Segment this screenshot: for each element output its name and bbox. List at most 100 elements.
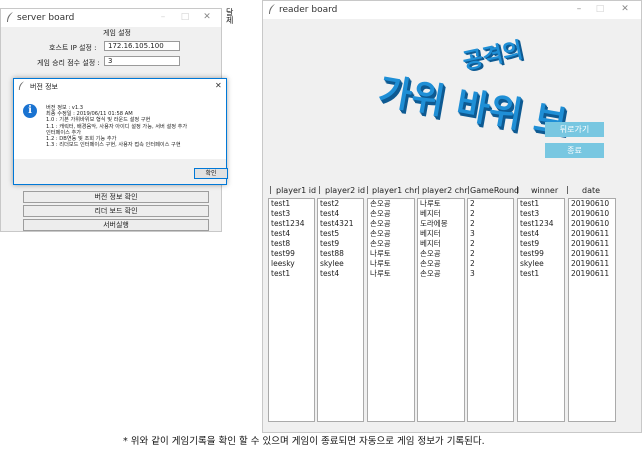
version-info-text: 버전 정보 : v1.3 최종 수정일 : 2019/06/11 01:58 A… [46, 105, 226, 148]
list-item[interactable]: 나루토 [368, 259, 414, 269]
list-item[interactable]: 2 [468, 249, 513, 259]
list-item[interactable]: test4 [269, 229, 314, 239]
minimize-icon[interactable]: – [572, 3, 586, 16]
column-header-date: date [582, 186, 601, 195]
win-score-input[interactable]: 3 [104, 56, 180, 66]
leader-board-button[interactable]: 리더 보드 확인 [23, 205, 209, 217]
list-item[interactable]: skylee [518, 259, 564, 269]
dialog-title-bar: 버전 정보 ✕ [14, 79, 226, 94]
list-item[interactable]: test3 [269, 209, 314, 219]
list-item[interactable]: 도라에몽 [418, 219, 464, 229]
list-item[interactable]: 나루토 [368, 249, 414, 259]
list-item[interactable]: 20190611 [569, 259, 615, 269]
list-item[interactable]: test99 [518, 249, 564, 259]
list-item[interactable]: test1234 [269, 219, 314, 229]
back-button[interactable]: 뒤로가기 [545, 122, 604, 137]
list-item[interactable]: 손오공 [368, 199, 414, 209]
date-list[interactable]: 20190610 20190610 20190610 20190611 2019… [568, 198, 616, 422]
list-item[interactable]: 20190610 [569, 219, 615, 229]
host-ip-label: 호스트 IP 설정 : [49, 44, 97, 52]
column-header-winner: winner [531, 186, 559, 195]
close-icon[interactable]: ✕ [215, 81, 222, 90]
list-item[interactable]: 20190610 [569, 209, 615, 219]
list-item[interactable]: test1 [269, 269, 314, 279]
info-icon: i [23, 104, 37, 118]
player2-id-list[interactable]: test2 test4 test4321 test5 test9 test88 … [317, 198, 364, 422]
list-item[interactable]: leesky [269, 259, 314, 269]
list-item[interactable]: 2 [468, 209, 513, 219]
list-item[interactable]: 20190611 [569, 249, 615, 259]
feather-icon [18, 81, 25, 90]
win-score-label: 게임 승리 점수 설정 : [37, 59, 100, 67]
list-item[interactable]: test1 [518, 269, 564, 279]
list-item[interactable]: 손오공 [368, 239, 414, 249]
list-item[interactable]: 손오공 [418, 269, 464, 279]
list-item[interactable]: 손오공 [368, 209, 414, 219]
game-settings-heading: 게임 설정 [103, 29, 131, 37]
player2-chr-list[interactable]: 나루토 베지터 도라에몽 베지터 베지터 손오공 손오공 손오공 [417, 198, 465, 422]
list-item[interactable]: 베지터 [418, 229, 464, 239]
list-item[interactable]: 손오공 [368, 219, 414, 229]
column-header-player2-id: player2 id [325, 186, 366, 195]
host-ip-input[interactable]: 172.16.105.100 [104, 41, 180, 51]
gameround-list[interactable]: 2 2 2 3 2 2 2 3 [467, 198, 514, 422]
player1-chr-list[interactable]: 손오공 손오공 손오공 손오공 손오공 나루토 나루토 나루토 [367, 198, 415, 422]
list-item[interactable]: 20190611 [569, 269, 615, 279]
list-item[interactable]: test5 [318, 229, 363, 239]
list-item[interactable]: 베지터 [418, 239, 464, 249]
list-item[interactable]: 2 [468, 199, 513, 209]
list-item[interactable]: 2 [468, 259, 513, 269]
list-item[interactable]: test9 [318, 239, 363, 249]
minimize-icon[interactable]: – [156, 11, 170, 24]
column-separator: | [417, 185, 420, 194]
list-item[interactable]: test1 [518, 199, 564, 209]
list-item[interactable]: 손오공 [368, 229, 414, 239]
close-icon[interactable]: ✕ [200, 11, 214, 24]
list-item[interactable]: test4321 [318, 219, 363, 229]
list-item[interactable]: test88 [318, 249, 363, 259]
list-item[interactable]: test3 [518, 209, 564, 219]
list-item[interactable]: 나루토 [368, 269, 414, 279]
list-item[interactable]: 손오공 [418, 249, 464, 259]
column-separator: | [318, 185, 321, 194]
list-item[interactable]: skylee [318, 259, 363, 269]
version-line: 1.3 : 리더보드 인터페이스 구현, 사용자 접속 인터페이스 구현 [46, 142, 181, 149]
run-server-button[interactable]: 서버실행 [23, 219, 209, 231]
list-item[interactable]: 20190610 [569, 199, 615, 209]
server-title-bar: server board – □ ✕ [1, 9, 221, 27]
list-item[interactable]: 베지터 [418, 209, 464, 219]
feather-icon [269, 4, 275, 14]
list-item[interactable]: test4 [518, 229, 564, 239]
list-item[interactable]: test8 [269, 239, 314, 249]
list-item[interactable]: 손오공 [418, 259, 464, 269]
column-header-player1-chr: player1 chr [372, 186, 418, 195]
column-separator: | [269, 185, 272, 194]
close-icon[interactable]: ✕ [618, 3, 632, 16]
list-item[interactable]: test9 [518, 239, 564, 249]
winner-list[interactable]: test1 test3 test1234 test4 test9 test99 … [517, 198, 565, 422]
maximize-icon[interactable]: □ [593, 3, 607, 16]
list-item[interactable]: test4 [318, 209, 363, 219]
list-item[interactable]: test4 [318, 269, 363, 279]
list-item[interactable]: 20190611 [569, 229, 615, 239]
list-item[interactable]: 3 [468, 229, 513, 239]
list-item[interactable]: test2 [318, 199, 363, 209]
maximize-icon[interactable]: □ [178, 11, 192, 24]
list-item[interactable]: 나루토 [418, 199, 464, 209]
player1-id-list[interactable]: test1 test3 test1234 test4 test8 test99 … [268, 198, 315, 422]
dialog-title: 버전 정보 [30, 83, 58, 91]
ok-button[interactable]: 확인 [194, 168, 228, 179]
list-item[interactable]: 2 [468, 239, 513, 249]
column-separator: | [516, 185, 519, 194]
version-info-dialog: 버전 정보 ✕ i 버전 정보 : v1.3 최종 수정일 : 2019/06/… [13, 78, 228, 185]
list-item[interactable]: test99 [269, 249, 314, 259]
exit-button[interactable]: 종료 [545, 143, 604, 158]
footnote: * 위와 같이 게임기록을 확인 할 수 있으며 게임이 종료되면 자동으로 게… [123, 436, 485, 447]
server-window-title: server board [17, 13, 75, 23]
list-item[interactable]: 20190611 [569, 239, 615, 249]
version-info-button[interactable]: 버전 정보 확인 [23, 191, 209, 203]
list-item[interactable]: test1234 [518, 219, 564, 229]
list-item[interactable]: 2 [468, 219, 513, 229]
list-item[interactable]: 3 [468, 269, 513, 279]
list-item[interactable]: test1 [269, 199, 314, 209]
